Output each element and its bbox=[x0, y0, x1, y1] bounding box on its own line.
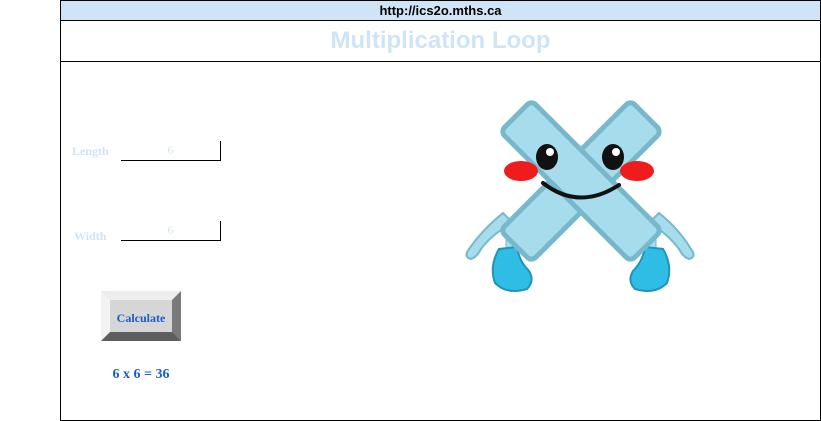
result-text: 6 x 6 = 36 bbox=[112, 367, 170, 382]
right-cheek bbox=[620, 161, 654, 181]
width-label: Width bbox=[74, 229, 107, 243]
page-frame: http://ics2o.mths.ca Multiplication Loop… bbox=[60, 0, 821, 421]
length-label: Length bbox=[72, 144, 109, 158]
calculate-button[interactable]: Calculate bbox=[101, 291, 181, 341]
left-eye-shine bbox=[546, 148, 554, 156]
url-bar: http://ics2o.mths.ca bbox=[61, 1, 820, 21]
right-eye bbox=[602, 144, 624, 170]
left-eye bbox=[536, 144, 558, 170]
length-input[interactable] bbox=[121, 141, 221, 161]
left-cheek bbox=[504, 161, 538, 181]
width-input[interactable] bbox=[121, 221, 221, 241]
right-eye-shine bbox=[612, 148, 620, 156]
multiplication-sign-mascot-icon bbox=[465, 100, 695, 292]
page-title: Multiplication Loop bbox=[61, 21, 820, 62]
